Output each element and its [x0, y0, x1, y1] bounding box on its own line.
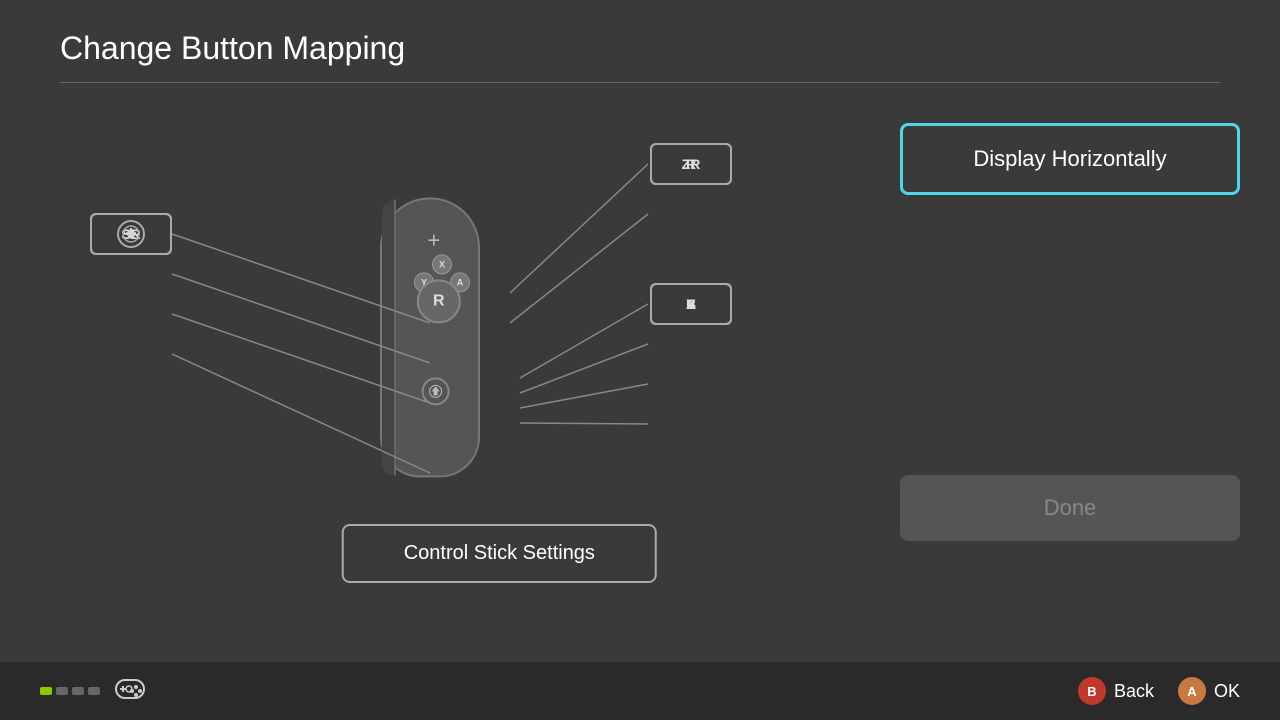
header: Change Button Mapping	[0, 0, 1280, 67]
footer-right: B Back A OK	[1078, 677, 1240, 705]
r-circle-label: R	[117, 220, 145, 248]
r-stick-icon: R	[122, 225, 140, 243]
joycon-controller: + X Y A B R	[380, 197, 480, 477]
indicator-dots	[40, 687, 100, 695]
dot-3	[72, 687, 84, 695]
right-panel: Display Horizontally Done	[900, 103, 1240, 541]
joycon-r-stick: R	[417, 279, 461, 323]
back-footer-btn: B Back	[1078, 677, 1154, 705]
dot-1	[40, 687, 52, 695]
svg-text:R: R	[128, 230, 135, 240]
footer-left	[40, 672, 148, 711]
joycon-body: + X Y A B R	[380, 197, 480, 477]
dot-4	[88, 687, 100, 695]
joycon-rail	[382, 199, 396, 475]
joycon-x: X	[432, 254, 452, 274]
joycon-home	[422, 377, 450, 405]
display-horizontally-button[interactable]: Display Horizontally	[900, 123, 1240, 195]
done-button[interactable]: Done	[900, 475, 1240, 541]
joycon-plus-icon: +	[427, 227, 440, 253]
r-stick-button[interactable]: R	[90, 213, 172, 255]
gamepad-icon	[112, 672, 148, 704]
b-button-icon: B	[1078, 677, 1106, 705]
a-button-icon: A	[1178, 677, 1206, 705]
controller-scene: + SR SL R ZR R X A B Y	[0, 83, 860, 603]
footer: B Back A OK	[0, 662, 1280, 720]
ok-footer-btn: A OK	[1178, 677, 1240, 705]
control-stick-settings-button[interactable]: Control Stick Settings	[342, 524, 657, 583]
controller-icon	[112, 672, 148, 711]
y-button[interactable]: Y	[650, 283, 732, 325]
r-button[interactable]: R	[650, 143, 732, 185]
page-title: Change Button Mapping	[60, 30, 1220, 67]
home-icon	[429, 384, 443, 398]
dot-2	[56, 687, 68, 695]
